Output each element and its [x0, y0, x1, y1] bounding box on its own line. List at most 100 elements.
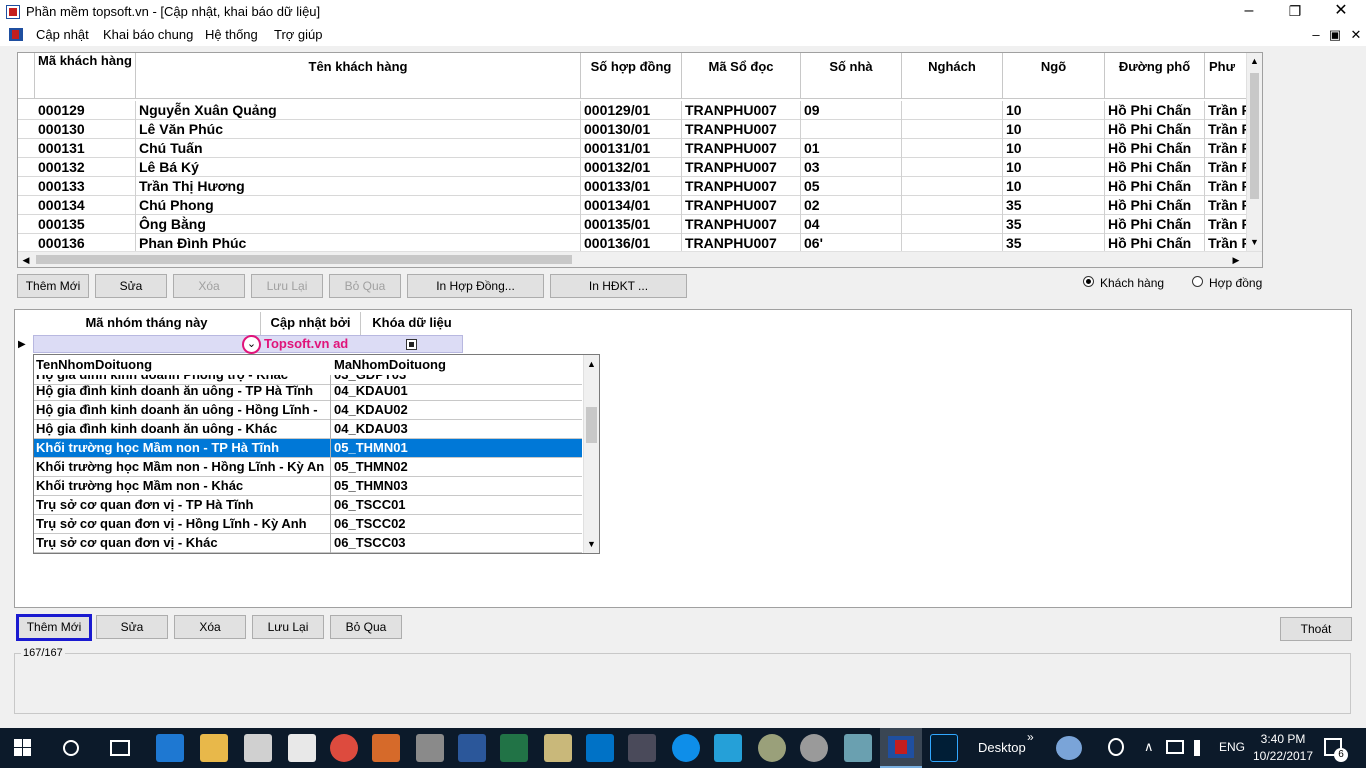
table-cell[interactable]: 000133/01	[581, 177, 682, 196]
table-cell[interactable]: Hồ Phi Chấn	[1105, 158, 1205, 177]
table-cell[interactable]	[902, 196, 1003, 215]
radio-customer[interactable]	[1083, 276, 1094, 287]
table-cell[interactable]	[801, 120, 902, 139]
col-header[interactable]: Nghách	[902, 53, 1003, 98]
table-cell[interactable]: Hồ Phi Chấn	[1105, 215, 1205, 234]
table-cell[interactable]: 000132/01	[581, 158, 682, 177]
clock-time[interactable]: 3:40 PM	[1252, 732, 1314, 746]
close-button[interactable]: ✕	[1318, 0, 1364, 24]
group-name[interactable]: Trụ sở cơ quan đơn vị - Hồng Lĩnh - Kỳ A…	[34, 515, 331, 534]
scroll-down-icon[interactable]: ▼	[1247, 237, 1262, 247]
group-name[interactable]: Hộ gia đình kinh doanh ăn uông - Khác	[34, 420, 331, 439]
group-name[interactable]: Trụ sở cơ quan đơn vị - Khác	[34, 534, 331, 553]
table-cell[interactable]: 06'	[801, 234, 902, 251]
table-cell[interactable]: 000133	[35, 177, 136, 196]
table-row[interactable]: 000134 Chú Phong 000134/01 TRANPHU007 02 35 Hồ…	[18, 196, 1246, 215]
scroll-left-icon[interactable]: ◀	[20, 255, 32, 266]
group-name[interactable]: Hộ gia đình kinh doanh ăn uông - Hồng Lĩ…	[34, 401, 331, 420]
save-button[interactable]: Lưu Lại	[251, 274, 323, 298]
group-grid-row[interactable]: ⌄ Topsoft.vn ad	[33, 335, 463, 354]
table-cell[interactable]	[902, 158, 1003, 177]
table-cell[interactable]: TRANPHU007	[682, 234, 801, 251]
table-row[interactable]: 000132 Lê Bá Ký 000132/01 TRANPHU007 03 10 Hồ …	[18, 158, 1246, 177]
table-cell[interactable]: Trần F	[1205, 139, 1246, 158]
group-dropdown-list[interactable]: TenNhomDoituong MaNhomDoituong Hộ gia đì…	[33, 354, 600, 554]
table-cell[interactable]: 04	[801, 215, 902, 234]
scroll-thumb[interactable]	[586, 407, 597, 443]
mdi-close-button[interactable]: ✕	[1348, 27, 1364, 43]
table-cell[interactable]: 000135	[35, 215, 136, 234]
list-item[interactable]: Hộ gia đình kinh doanh ăn uông - Hồng Lĩ…	[34, 401, 582, 420]
table-cell[interactable]: 000129/01	[581, 101, 682, 120]
table-cell[interactable]: Trần F	[1205, 196, 1246, 215]
table-cell[interactable]	[902, 120, 1003, 139]
table-cell[interactable]: Trần F	[1205, 177, 1246, 196]
scroll-down-icon[interactable]: ▼	[584, 539, 599, 549]
settings-icon[interactable]	[800, 734, 828, 762]
cancel-button[interactable]: Bỏ Qua	[329, 274, 401, 298]
table-cell[interactable]: Trần F	[1205, 234, 1246, 251]
table-cell[interactable]: Hồ Phi Chấn	[1105, 120, 1205, 139]
table-cell[interactable]: Hồ Phi Chấn	[1105, 196, 1205, 215]
table-cell[interactable]: 000136	[35, 234, 136, 251]
table-cell[interactable]: Trần F	[1205, 120, 1246, 139]
table-cell[interactable]: Lê Bá Ký	[136, 158, 581, 177]
col-header[interactable]: Cập nhật bởi	[261, 312, 361, 336]
list-item[interactable]: Hộ gia đình kinh doanh ăn uông - TP Hà T…	[34, 382, 582, 401]
tools-icon[interactable]	[416, 734, 444, 762]
col-header[interactable]: Số nhà	[801, 53, 902, 98]
print-contract-button[interactable]: In Hợp Đồng...	[407, 274, 544, 298]
table-cell[interactable]: 35	[1003, 215, 1105, 234]
scroll-up-icon[interactable]: ▲	[1247, 56, 1262, 66]
table-cell[interactable]: Lê Văn Phúc	[136, 120, 581, 139]
table-cell[interactable]: 35	[1003, 234, 1105, 251]
group-code[interactable]: 04_KDAU03	[332, 420, 582, 439]
table-cell[interactable]: TRANPHU007	[682, 215, 801, 234]
table-cell[interactable]: Hồ Phi Chấn	[1105, 234, 1205, 251]
notes-icon[interactable]	[544, 734, 572, 762]
radio-contract[interactable]	[1192, 276, 1203, 287]
table-cell[interactable]: TRANPHU007	[682, 139, 801, 158]
customer-grid[interactable]: Mã khách hàng Tên khách hàng Số hợp đồng…	[17, 52, 1263, 268]
word-icon[interactable]	[458, 734, 486, 762]
app-icon[interactable]	[372, 734, 400, 762]
clock-date[interactable]: 10/22/2017	[1250, 749, 1316, 763]
delete-button-bottom[interactable]: Xóa	[174, 615, 246, 639]
table-row[interactable]: 000131 Chú Tuấn 000131/01 TRANPHU007 01 10 Hồ …	[18, 139, 1246, 158]
chrome-icon[interactable]	[330, 734, 358, 762]
language-indicator[interactable]: ENG	[1219, 740, 1245, 754]
add-new-button-bottom[interactable]: Thêm Mới	[16, 614, 92, 641]
table-cell[interactable]: Trần Thị Hương	[136, 177, 581, 196]
table-cell[interactable]	[902, 234, 1003, 251]
group-name[interactable]: Khối trường học Mầm non - TP Hà Tĩnh	[34, 439, 331, 458]
table-cell[interactable]: Hồ Phi Chấn	[1105, 177, 1205, 196]
edge-icon[interactable]	[156, 734, 184, 762]
table-cell[interactable]: 10	[1003, 177, 1105, 196]
customer-hscrollbar[interactable]: ◀ ▶	[18, 251, 1262, 267]
scroll-thumb[interactable]	[36, 255, 572, 264]
table-cell[interactable]: 000134/01	[581, 196, 682, 215]
radio-contract-label[interactable]: Hợp đồng	[1209, 276, 1262, 290]
table-cell[interactable]: Hồ Phi Chấn	[1105, 139, 1205, 158]
group-name[interactable]: Trụ sở cơ quan đơn vị - TP Hà Tĩnh	[34, 496, 331, 515]
table-cell[interactable]: Chú Tuấn	[136, 139, 581, 158]
table-row[interactable]: 000130 Lê Văn Phúc 000130/01 TRANPHU007 10 Hồ…	[18, 120, 1246, 139]
table-cell[interactable]: Trần F	[1205, 101, 1246, 120]
add-new-button[interactable]: Thêm Mới	[17, 274, 89, 298]
lock-data-checkbox[interactable]	[406, 339, 417, 350]
table-cell[interactable]	[902, 139, 1003, 158]
table-cell[interactable]: TRANPHU007	[682, 177, 801, 196]
desktop-toolbar[interactable]: Desktop	[978, 740, 1026, 755]
table-row[interactable]: 000135 Ông Bằng 000135/01 TRANPHU007 04 35 Hồ …	[18, 215, 1246, 234]
table-cell[interactable]: TRANPHU007	[682, 158, 801, 177]
col-header[interactable]: Đường phố	[1105, 53, 1205, 98]
group-name[interactable]: Khối trường học Mầm non - Hồng Lĩnh - Kỳ…	[34, 458, 331, 477]
edit-button-bottom[interactable]: Sửa	[96, 615, 168, 639]
col-header[interactable]: Tên khách hàng	[136, 53, 581, 98]
customer-vscrollbar[interactable]: ▲ ▼	[1246, 53, 1262, 251]
group-code[interactable]: 05_THMN02	[332, 458, 582, 477]
table-cell[interactable]	[902, 177, 1003, 196]
menu-cap-nhat[interactable]: Cập nhật	[36, 27, 89, 42]
excel-icon[interactable]	[500, 734, 528, 762]
scroll-up-icon[interactable]: ▲	[584, 359, 599, 369]
